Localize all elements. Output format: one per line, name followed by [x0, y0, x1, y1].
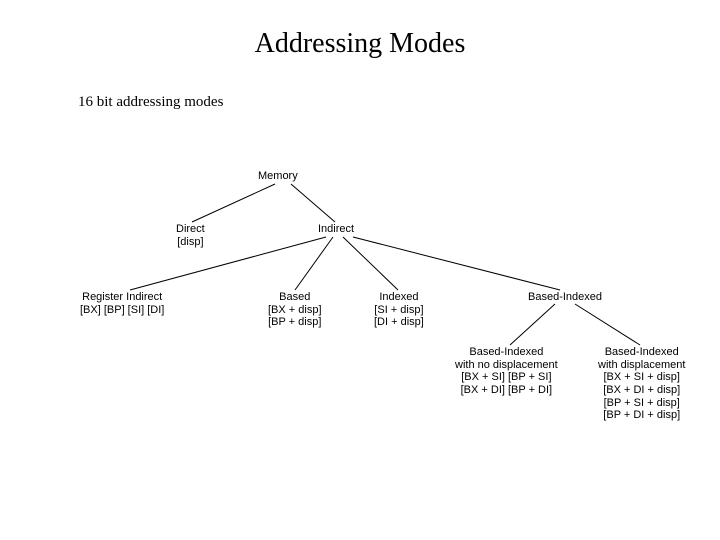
node-direct: Direct [disp] — [176, 223, 205, 248]
node-detail: [BX] [BP] [SI] [DI] — [80, 304, 164, 317]
node-label: with no displacement — [455, 359, 558, 372]
tree-edges — [0, 0, 720, 540]
node-indexed: Indexed [SI + disp] [DI + disp] — [374, 291, 424, 329]
node-label: Based-Indexed — [528, 291, 602, 304]
node-based-indexed: Based-Indexed — [528, 291, 602, 304]
node-indirect: Indirect — [318, 223, 354, 236]
node-label: Register Indirect — [80, 291, 164, 304]
node-memory: Memory — [258, 170, 298, 183]
node-label: Based-Indexed — [598, 346, 685, 359]
node-based-indexed-no-disp: Based-Indexed with no displacement [BX +… — [455, 346, 558, 397]
node-label: Indirect — [318, 223, 354, 236]
node-detail: [BX + DI + disp] — [598, 384, 685, 397]
node-label: Memory — [258, 170, 298, 183]
node-detail: [SI + disp] — [374, 304, 424, 317]
node-based: Based [BX + disp] [BP + disp] — [268, 291, 322, 329]
node-register-indirect: Register Indirect [BX] [BP] [SI] [DI] — [80, 291, 164, 316]
node-detail: [BX + disp] — [268, 304, 322, 317]
slide: Addressing Modes 16 bit addressing modes… — [0, 0, 720, 540]
node-detail: [BX + SI + disp] — [598, 371, 685, 384]
node-detail: [BP + DI + disp] — [598, 409, 685, 422]
node-label: Based-Indexed — [455, 346, 558, 359]
node-detail: [BX + SI] [BP + SI] — [455, 371, 558, 384]
slide-subtitle: 16 bit addressing modes — [78, 94, 223, 111]
node-label: Direct — [176, 223, 205, 236]
slide-title: Addressing Modes — [0, 28, 720, 60]
node-based-indexed-disp: Based-Indexed with displacement [BX + SI… — [598, 346, 685, 422]
node-label: Based — [268, 291, 322, 304]
node-detail: [BX + DI] [BP + DI] — [455, 384, 558, 397]
node-label: Indexed — [374, 291, 424, 304]
node-detail: [BP + disp] — [268, 316, 322, 329]
node-detail: [BP + SI + disp] — [598, 397, 685, 410]
node-detail: [DI + disp] — [374, 316, 424, 329]
node-label: with displacement — [598, 359, 685, 372]
node-detail: [disp] — [176, 236, 205, 249]
